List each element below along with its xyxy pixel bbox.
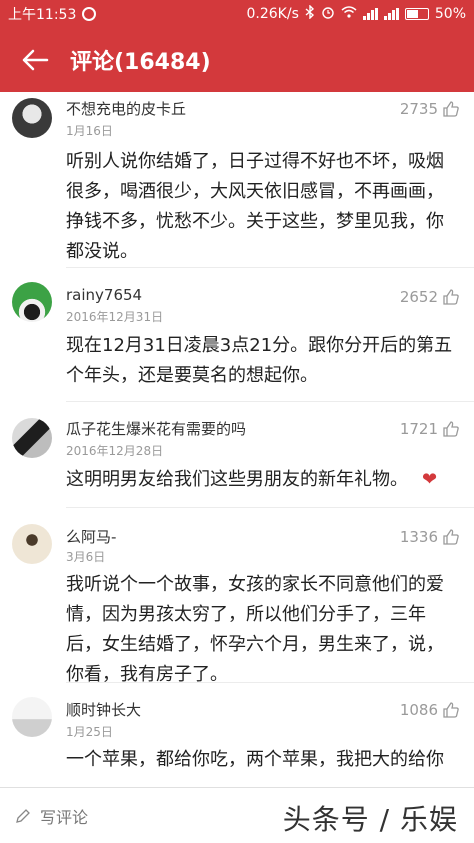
like-button[interactable]: 2652 — [400, 288, 460, 306]
back-button[interactable] — [0, 28, 70, 92]
bottom-bar: 写评论 头条号 / 乐娱 — [0, 787, 474, 843]
comment-author[interactable]: 不想充电的皮卡丘 — [66, 98, 186, 119]
comment-text: 现在12月31日凌晨3点21分。跟你分开后的第五个年头，还是要莫名的想起你。 — [66, 335, 453, 386]
signal-icon — [362, 8, 378, 20]
signal-2-icon — [383, 8, 399, 20]
thumbs-up-icon — [443, 289, 459, 305]
pencil-icon — [16, 808, 30, 823]
battery-icon — [404, 8, 429, 20]
comment-item: 顺时钟长大 1月25日 1086 一个苹果，都给你吃，两个苹果，我把大的给你 — [12, 683, 474, 787]
comment-item: 么阿马- 3月6日 1336 我听说个一个故事，女孩的家长不同意他们的爱情，因为… — [12, 508, 474, 685]
comment-item: 不想充电的皮卡丘 1月16日 2735 听别人说你结婚了，日子过得不好也不坏，吸… — [12, 92, 474, 268]
like-count: 2652 — [399, 288, 438, 306]
alarm-icon — [321, 5, 335, 23]
heart-emoji-icon: ❤ — [422, 469, 438, 490]
comment-item: 瓜子花生爆米花有需要的吗 2016年12月28日 1721 这明明男友给我们这些… — [12, 402, 474, 508]
comment-author[interactable]: 顺时钟长大 — [66, 699, 141, 720]
like-button[interactable]: 2735 — [400, 100, 460, 118]
comment-date: 2016年12月28日 — [66, 444, 164, 458]
avatar[interactable] — [12, 98, 52, 138]
comment-author[interactable]: 么阿马- — [66, 526, 116, 547]
like-button[interactable]: 1086 — [400, 701, 460, 719]
comment-author[interactable]: rainy7654 — [66, 286, 142, 304]
like-count: 2735 — [399, 100, 438, 118]
write-comment-label: 写评论 — [40, 807, 89, 827]
comment-date: 1月16日 — [66, 124, 113, 138]
thumbs-up-icon — [443, 702, 459, 718]
watermark: 头条号 / 乐娱 — [282, 803, 458, 836]
comment-list[interactable]: 不想充电的皮卡丘 1月16日 2735 听别人说你结婚了，日子过得不好也不坏，吸… — [0, 92, 474, 787]
thumbs-up-icon — [443, 529, 459, 545]
thumbs-up-icon — [443, 101, 459, 117]
status-bar: 上午11:53 0.26K/s 50% — [0, 0, 474, 28]
comment-date: 2016年12月31日 — [66, 310, 164, 324]
thumbs-up-icon — [443, 421, 459, 437]
status-time: 上午11:53 — [8, 7, 77, 23]
bluetooth-icon — [305, 4, 315, 23]
comment-date: 3月6日 — [66, 550, 106, 564]
comment-text: 一个苹果，都给你吃，两个苹果，我把大的给你 — [66, 749, 444, 770]
comment-text: 这明明男友给我们这些男朋友的新年礼物。 — [66, 469, 408, 490]
comment-text: 我听说个一个故事，女孩的家长不同意他们的爱情，因为男孩太穷了，所以他们分手了，三… — [66, 574, 444, 685]
comment-author[interactable]: 瓜子花生爆米花有需要的吗 — [66, 418, 246, 439]
page-title: 评论(16484) — [70, 50, 211, 75]
battery-level: 50% — [434, 6, 466, 22]
comment-text-row: 这明明男友给我们这些男朋友的新年礼物。 ❤ — [66, 465, 458, 495]
like-count: 1336 — [399, 528, 438, 546]
comment-text: 听别人说你结婚了，日子过得不好也不坏，吸烟很多，喝酒很少，大风天依旧感冒，不再画… — [66, 151, 444, 262]
avatar[interactable] — [12, 524, 52, 564]
network-speed: 0.26K/s — [246, 6, 299, 22]
avatar[interactable] — [12, 697, 52, 737]
netease-notification-icon — [82, 7, 97, 21]
avatar[interactable] — [12, 282, 52, 322]
wifi-icon — [341, 6, 357, 22]
back-arrow-icon — [22, 49, 49, 71]
like-button[interactable]: 1721 — [400, 420, 460, 438]
comment-item: rainy7654 2016年12月31日 2652 现在12月31日凌晨3点2… — [12, 268, 474, 402]
comment-date: 1月25日 — [66, 725, 113, 739]
write-comment-button[interactable]: 写评论 — [14, 804, 88, 828]
like-count: 1721 — [399, 420, 438, 438]
app-bar: 评论(16484) — [0, 28, 474, 92]
avatar[interactable] — [12, 418, 52, 458]
like-count: 1086 — [399, 701, 438, 719]
like-button[interactable]: 1336 — [400, 528, 460, 546]
